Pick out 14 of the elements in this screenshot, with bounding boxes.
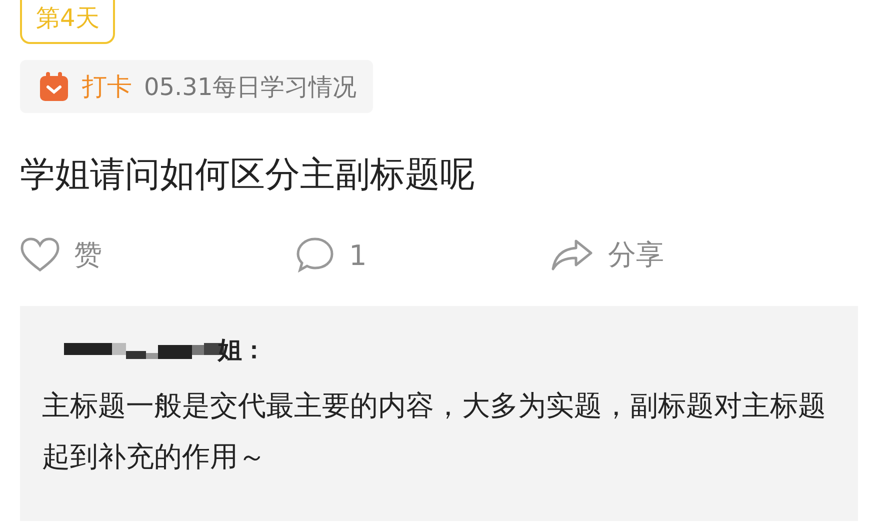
comment-button[interactable]: 1 (295, 236, 550, 274)
checkin-label: 打卡 (82, 71, 132, 103)
day-badge: 第4天 (20, 0, 116, 44)
post-title: 学姐请问如何区分主副标题呢 (20, 154, 476, 197)
checkin-topic: 05.31每日学习情况 (144, 72, 357, 102)
share-button[interactable]: 分享 (550, 236, 750, 274)
like-button[interactable]: 赞 (20, 236, 295, 274)
share-arrow-icon (550, 238, 594, 272)
calendar-check-icon (38, 70, 70, 102)
comment-author: 姐： (218, 335, 266, 366)
checkin-tag[interactable]: 打卡 05.31每日学习情况 (20, 60, 373, 113)
speech-bubble-icon (295, 236, 335, 274)
heart-icon (20, 237, 60, 273)
comment-text: 主标题一般是交代最主要的内容，大多为实题，副标题对主标题起到补充的作用～ (42, 388, 827, 475)
